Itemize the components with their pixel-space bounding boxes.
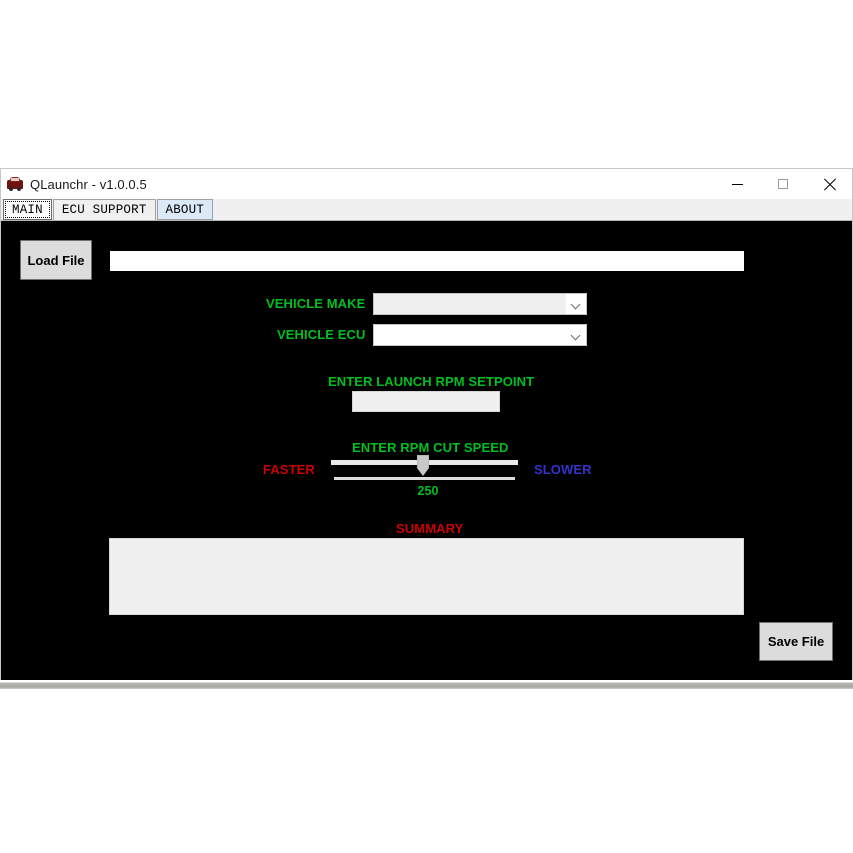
close-icon xyxy=(823,178,836,191)
screen: QLaunchr - v1.0.0.5 MAIN ECU SUPPORT ABO… xyxy=(0,0,853,853)
slider-thumb[interactable] xyxy=(417,455,429,476)
chevron-down-icon[interactable] xyxy=(566,294,586,314)
rpm-cut-speed-label: ENTER RPM CUT SPEED xyxy=(352,440,509,455)
vehicle-make-select[interactable] xyxy=(373,293,587,315)
launch-rpm-label: ENTER LAUNCH RPM SETPOINT xyxy=(328,374,535,389)
car-icon xyxy=(7,176,23,192)
tab-main[interactable]: MAIN xyxy=(3,199,52,220)
faster-label: FASTER xyxy=(263,462,315,477)
summary-textbox[interactable] xyxy=(109,538,744,615)
tab-strip: MAIN ECU SUPPORT ABOUT xyxy=(1,199,852,221)
window-title: QLaunchr - v1.0.0.5 xyxy=(30,176,147,192)
load-file-button[interactable]: Load File xyxy=(20,240,92,280)
title-bar[interactable]: QLaunchr - v1.0.0.5 xyxy=(1,169,852,199)
rpm-cut-speed-slider[interactable] xyxy=(331,455,518,487)
slower-label: SLOWER xyxy=(534,462,592,477)
tab-ecu-support[interactable]: ECU SUPPORT xyxy=(52,199,156,220)
save-file-button[interactable]: Save File xyxy=(759,622,833,661)
window-controls xyxy=(714,169,852,199)
desktop-strip xyxy=(0,681,853,689)
vehicle-make-label: VEHICLE MAKE xyxy=(266,296,366,311)
minimize-button[interactable] xyxy=(714,169,760,199)
vehicle-ecu-select[interactable] xyxy=(373,324,587,346)
summary-label: SUMMARY xyxy=(396,521,464,536)
slider-tick-marks xyxy=(334,477,515,480)
close-button[interactable] xyxy=(806,169,852,199)
chevron-down-icon[interactable] xyxy=(566,325,586,345)
launch-rpm-input[interactable] xyxy=(352,391,500,412)
minimize-icon xyxy=(731,183,743,185)
rpm-cut-speed-value: 250 xyxy=(417,484,439,498)
maximize-button[interactable] xyxy=(760,169,806,199)
maximize-icon xyxy=(778,179,788,189)
tab-about[interactable]: ABOUT xyxy=(156,199,214,220)
file-path-input[interactable] xyxy=(110,251,744,271)
vehicle-ecu-label: VEHICLE ECU xyxy=(277,327,366,342)
